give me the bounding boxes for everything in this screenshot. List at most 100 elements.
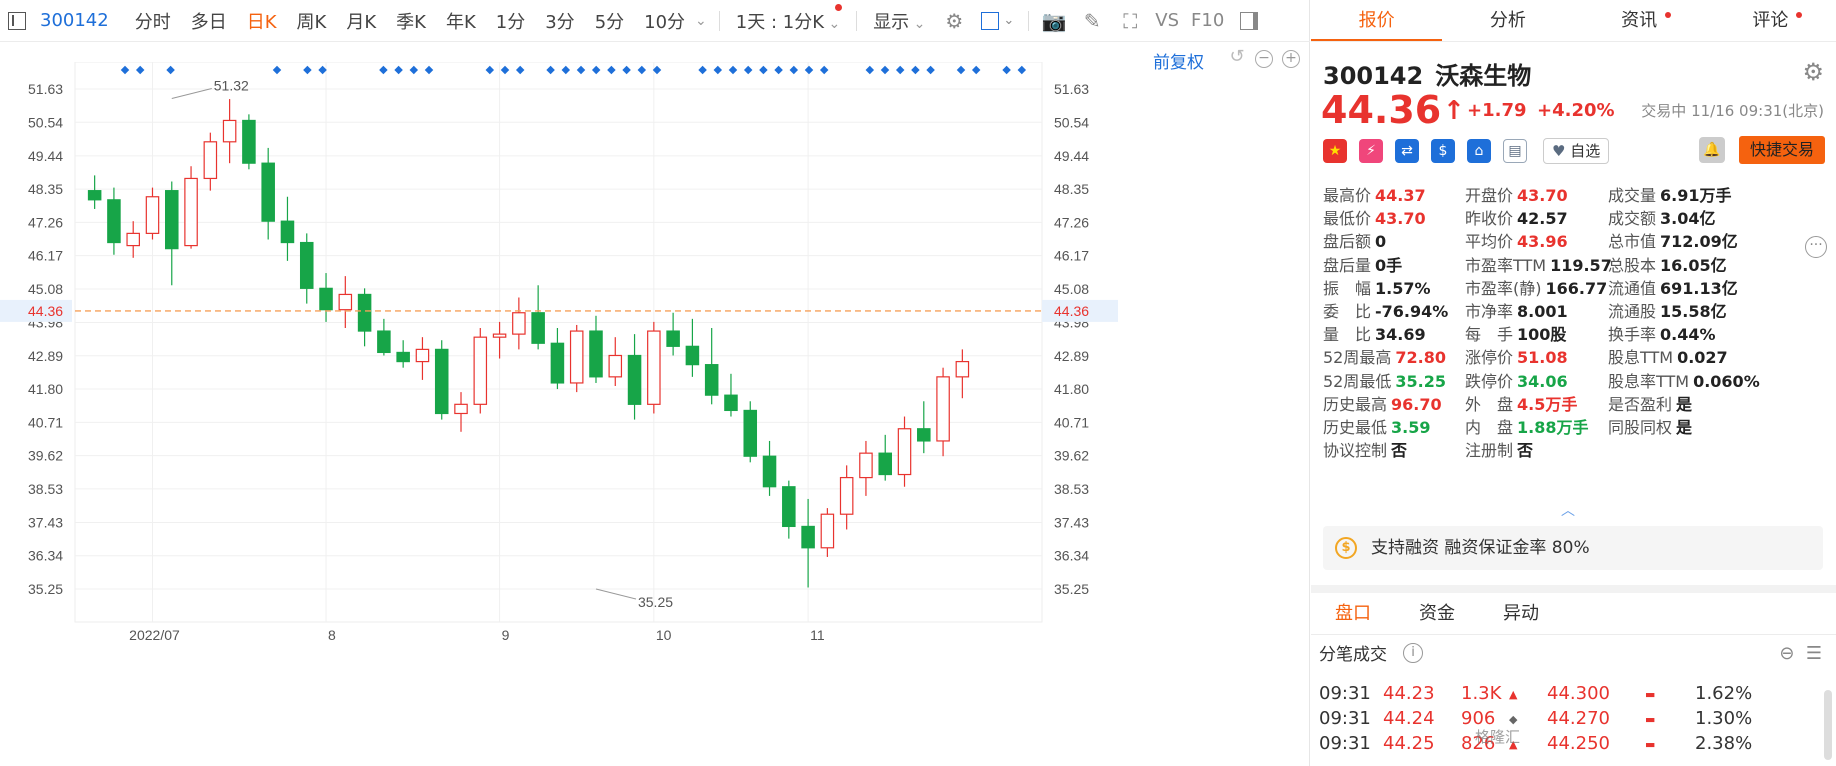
stat-value: 691.13亿 [1660,278,1738,298]
tab-baojia[interactable]: 报价 [1311,0,1443,41]
stat-label: 52周最高 [1323,348,1392,368]
event-marker-icon [135,65,145,75]
stock-code-link[interactable]: 300142 [40,10,109,31]
tab-fenxi[interactable]: 分析 [1442,0,1573,41]
pencil-icon[interactable]: ✎ [1081,9,1103,33]
trades-title: 分笔成交 [1319,645,1387,665]
event-marker-icon [303,65,312,75]
china-flag-icon[interactable]: ★ [1323,139,1347,163]
level-price: 44.270 [1547,708,1610,729]
y-tick-label-left: 35.25 [28,581,63,597]
event-marker-icon [622,65,631,75]
tab-10min[interactable]: 10分 [644,8,685,34]
tab-fenshi[interactable]: 分时 [135,8,171,34]
event-marker-icon [956,65,966,75]
gear-icon[interactable]: ⚙ [1802,58,1824,86]
stat-item: 盘后量 0手 [1323,252,1402,278]
stat-label: 流通值 [1608,278,1657,298]
candle-body [569,330,584,384]
collapse-caret-icon[interactable]: ︿ [1561,500,1575,520]
shuffle-icon[interactable]: ⇄ [1395,139,1419,163]
document-icon[interactable]: ▤ [1503,139,1527,163]
tab-duori[interactable]: 多日 [191,8,227,34]
tab-1min[interactable]: 1分 [496,8,525,34]
tag-icon[interactable]: ⌂ [1467,139,1491,163]
event-marker-icon [865,65,875,75]
stat-label: 涨停价 [1465,348,1514,368]
settings-icon[interactable]: ⚙ [943,9,965,33]
tab-yidong[interactable]: 异动 [1479,593,1563,634]
display-dropdown[interactable]: 显示 ⌄ [873,8,925,34]
tab-pankou[interactable]: 盘口 [1311,593,1395,634]
candle-body [203,141,218,180]
sidebar-toggle-icon[interactable] [8,11,26,30]
tab-5min[interactable]: 5分 [595,8,624,34]
stat-item: 平均价 43.96 [1465,228,1568,254]
tab-zhouk[interactable]: 周K [297,8,327,34]
tab-yuek[interactable]: 月K [346,8,376,34]
event-marker-icon [409,65,419,75]
event-marker-icon [515,65,525,75]
tab-niank[interactable]: 年K [446,8,476,34]
kline-svg[interactable]: 51.63 51.63 50.54 50.54 49.44 49.44 48.35 48.35… [0,62,1310,766]
stat-item: 历史最高 96.70 [1323,391,1442,417]
stat-item: 盘后额 0 [1323,228,1386,254]
tab-zixun[interactable]: 资讯 [1574,0,1705,41]
tab-label: 评论 [1752,10,1789,31]
vs-button[interactable]: VS [1155,10,1179,31]
draw-box-icon[interactable]: ⌄ [981,10,1014,32]
trade-time: 09:31 [1319,708,1371,729]
quick-trade-button[interactable]: 快捷交易 [1739,136,1825,164]
more-icon[interactable]: ··· [1805,236,1827,258]
tab-rik[interactable]: 日K [247,8,277,34]
stat-value: 0.027 [1677,348,1728,368]
more-icon[interactable]: ⊖ [1779,643,1794,664]
candle-body [608,354,623,378]
candle-body [666,330,680,347]
y-tick-label-right: 36.34 [1054,548,1089,564]
min-leader [595,588,637,600]
alert-bell-icon[interactable]: 🔔 [1699,137,1725,163]
runner-icon[interactable]: ⚡ [1359,139,1383,163]
candle-body [955,360,970,378]
add-watchlist-button[interactable]: ♥ 自选 [1543,138,1610,164]
stat-value: 43.96 [1517,232,1568,252]
candle-body [396,351,410,363]
info-icon[interactable]: i [1403,643,1423,663]
y-tick-label-right: 46.17 [1054,248,1089,264]
fullscreen-icon[interactable]: ⛶ [1119,9,1141,33]
panel-tabs: 报价 分析 资讯 评论 [1311,0,1836,42]
candle-body [550,342,565,384]
dollar-icon[interactable]: $ [1431,139,1455,163]
level-bar-icon: ▬ [1645,688,1656,701]
trades-tools: ⊖ ☰ [1779,643,1822,664]
stat-item: 涨停价 51.08 [1465,344,1568,370]
bottom-tabs: 盘口 资金 异动 [1311,593,1836,635]
level-bar-icon: ▬ [1645,738,1656,751]
stat-item: 量 比 34.69 [1323,321,1426,347]
interval-dropdown[interactable]: 1天 : 1分K ⌄ [736,3,843,34]
tab-pinglun[interactable]: 评论 [1705,0,1836,41]
heart-icon: ♥ [1552,142,1566,160]
stat-item: 开盘价 43.70 [1465,182,1568,208]
quote-panel: 报价 分析 资讯 评论 300142 沃森生物 ⚙ 44.36 ↑ +1.79 +… [1311,0,1836,766]
event-marker-icon [120,65,130,75]
stat-item: 成交额 3.04亿 [1608,205,1716,231]
camera-icon[interactable]: 📷 [1042,9,1067,33]
f10-button[interactable]: F10 [1191,10,1224,31]
chevron-down-icon[interactable]: ⌄ [695,13,707,29]
tab-jik[interactable]: 季K [396,8,426,34]
candle-body [878,452,892,476]
y-tick-label-left: 46.17 [28,248,63,264]
tab-3min[interactable]: 3分 [545,8,574,34]
tab-zijin[interactable]: 资金 [1395,593,1479,634]
panel-toggle-icon[interactable] [1238,10,1260,32]
stat-value: 4.5万手 [1517,394,1578,414]
event-marker-icon [1002,65,1011,75]
event-marker-icon [728,65,738,75]
scrollbar[interactable] [1824,690,1832,760]
list-icon[interactable]: ☰ [1806,643,1822,664]
event-marker-icon [926,65,935,75]
stat-value: 43.70 [1375,209,1426,229]
x-tick-label: 11 [810,627,825,643]
